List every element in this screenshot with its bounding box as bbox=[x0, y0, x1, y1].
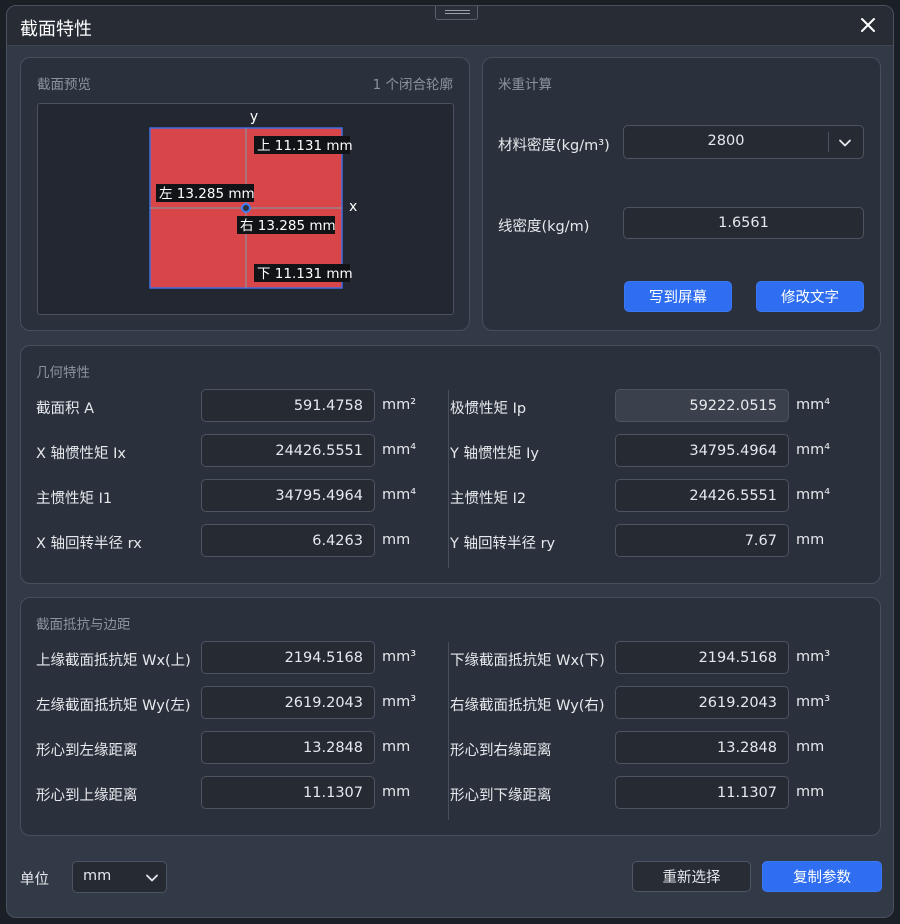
weight-calc-panel: 米重计算 材料密度(kg/m³) 2800 线密度(kg/m) 写到屏幕 修改文… bbox=[482, 57, 881, 331]
linear-density-label: 线密度(kg/m) bbox=[498, 219, 590, 235]
ix-unit: mm⁴ bbox=[382, 442, 417, 458]
dist-top-input[interactable] bbox=[201, 776, 375, 809]
dialog-title: 截面特性 bbox=[20, 19, 92, 40]
area-label: 截面积 A bbox=[36, 401, 95, 417]
axis-x-label: x bbox=[349, 199, 357, 215]
axis-y-label: y bbox=[250, 109, 258, 125]
i1-label: 主惯性矩 I1 bbox=[36, 491, 113, 507]
dist-bottom-unit: mm bbox=[796, 784, 825, 800]
wy-right-input[interactable] bbox=[615, 686, 789, 719]
area-unit: mm² bbox=[382, 397, 417, 413]
reselect-button[interactable]: 重新选择 bbox=[632, 861, 751, 892]
iy-unit: mm⁴ bbox=[796, 442, 831, 458]
ix-input[interactable] bbox=[201, 434, 375, 467]
iy-label: Y 轴惯性矩 Iy bbox=[450, 446, 539, 462]
ip-label: 极惯性矩 Ip bbox=[450, 401, 527, 417]
dist-left-input[interactable] bbox=[201, 731, 375, 764]
geometry-title: 几何特性 bbox=[36, 365, 90, 381]
centroid-marker bbox=[241, 203, 251, 213]
i2-input[interactable] bbox=[615, 479, 789, 512]
wx-top-unit: mm³ bbox=[382, 649, 417, 665]
i2-unit: mm⁴ bbox=[796, 487, 831, 503]
write-to-screen-button[interactable]: 写到屏幕 bbox=[624, 281, 732, 312]
i2-label: 主惯性矩 I2 bbox=[450, 491, 527, 507]
close-icon bbox=[861, 18, 875, 32]
density-label: 材料密度(kg/m³) bbox=[498, 138, 610, 154]
i1-input[interactable] bbox=[201, 479, 375, 512]
i1-unit: mm⁴ bbox=[382, 487, 417, 503]
resistance-title: 截面抵抗与边距 bbox=[36, 617, 131, 633]
dist-top-label: 形心到上缘距离 bbox=[36, 788, 138, 804]
dist-right-unit: mm bbox=[796, 739, 825, 755]
wx-top-input[interactable] bbox=[201, 641, 375, 674]
wy-left-input[interactable] bbox=[201, 686, 375, 719]
section-drawing: y x 上 11.131 mm 左 13.285 mm 右 13.285 mm … bbox=[149, 109, 357, 289]
wy-right-label: 右缘截面抵抗矩 Wy(右) bbox=[450, 698, 605, 714]
top-edge-label: 上 11.131 mm bbox=[257, 138, 353, 154]
rx-label: X 轴回转半径 rx bbox=[36, 536, 142, 552]
bottom-edge-label: 下 11.131 mm bbox=[257, 266, 353, 282]
rx-unit: mm bbox=[382, 532, 411, 548]
wy-left-label: 左缘截面抵抗矩 Wy(左) bbox=[36, 698, 191, 714]
right-edge-label: 右 13.285 mm bbox=[240, 218, 336, 234]
dist-left-unit: mm bbox=[382, 739, 411, 755]
column-divider bbox=[448, 390, 449, 568]
wx-bottom-unit: mm³ bbox=[796, 649, 831, 665]
unit-select-value: mm bbox=[83, 868, 112, 884]
dist-left-label: 形心到左缘距离 bbox=[36, 743, 138, 759]
wy-left-unit: mm³ bbox=[382, 694, 417, 710]
geometry-panel: 几何特性 截面积 A mm² 极惯性矩 Ip mm⁴ X 轴惯性矩 Ix mm⁴… bbox=[20, 345, 881, 584]
section-preview-panel: 截面预览 1 个闭合轮廓 y x 上 11.131 mm 左 13.285 mm… bbox=[20, 57, 470, 331]
weight-calc-title: 米重计算 bbox=[498, 77, 552, 93]
density-combobox[interactable]: 2800 bbox=[623, 125, 864, 159]
chevron-down-icon[interactable] bbox=[838, 136, 852, 150]
density-value: 2800 bbox=[707, 133, 745, 149]
linear-density-input[interactable] bbox=[623, 207, 864, 239]
wy-right-unit: mm³ bbox=[796, 694, 831, 710]
contour-count: 1 个闭合轮廓 bbox=[372, 77, 453, 93]
copy-params-button[interactable]: 复制参数 bbox=[762, 861, 882, 892]
ry-label: Y 轴回转半径 ry bbox=[450, 536, 556, 552]
dist-bottom-input[interactable] bbox=[615, 776, 789, 809]
wx-bottom-label: 下缘截面抵抗矩 Wx(下) bbox=[450, 653, 605, 669]
dist-bottom-label: 形心到下缘距离 bbox=[450, 788, 552, 804]
chevron-down-icon bbox=[146, 874, 158, 882]
resistance-panel: 截面抵抗与边距 上缘截面抵抗矩 Wx(上) mm³ 下缘截面抵抗矩 Wx(下) … bbox=[20, 597, 881, 836]
rx-input[interactable] bbox=[201, 524, 375, 557]
close-button[interactable] bbox=[857, 14, 879, 36]
dist-top-unit: mm bbox=[382, 784, 411, 800]
unit-select[interactable]: mm bbox=[72, 861, 167, 893]
ip-unit: mm⁴ bbox=[796, 397, 831, 413]
preview-title: 截面预览 bbox=[37, 77, 91, 93]
iy-input[interactable] bbox=[615, 434, 789, 467]
modify-text-button[interactable]: 修改文字 bbox=[756, 281, 864, 312]
ip-input[interactable] bbox=[615, 389, 789, 422]
section-properties-dialog: 截面特性 截面预览 1 个闭合轮廓 y x 上 11.131 mm 左 13.2… bbox=[6, 5, 894, 918]
ry-input[interactable] bbox=[615, 524, 789, 557]
wx-top-label: 上缘截面抵抗矩 Wx(上) bbox=[36, 653, 191, 669]
left-edge-label: 左 13.285 mm bbox=[159, 186, 255, 202]
dist-right-label: 形心到右缘距离 bbox=[450, 743, 552, 759]
ry-unit: mm bbox=[796, 532, 825, 548]
section-preview-canvas: y x 上 11.131 mm 左 13.285 mm 右 13.285 mm … bbox=[37, 103, 454, 315]
dist-right-input[interactable] bbox=[615, 731, 789, 764]
ix-label: X 轴惯性矩 Ix bbox=[36, 446, 127, 462]
drag-handle-icon[interactable] bbox=[435, 6, 478, 20]
column-divider bbox=[448, 642, 449, 820]
wx-bottom-input[interactable] bbox=[615, 641, 789, 674]
unit-label: 单位 bbox=[20, 872, 49, 888]
area-input[interactable] bbox=[201, 389, 375, 422]
